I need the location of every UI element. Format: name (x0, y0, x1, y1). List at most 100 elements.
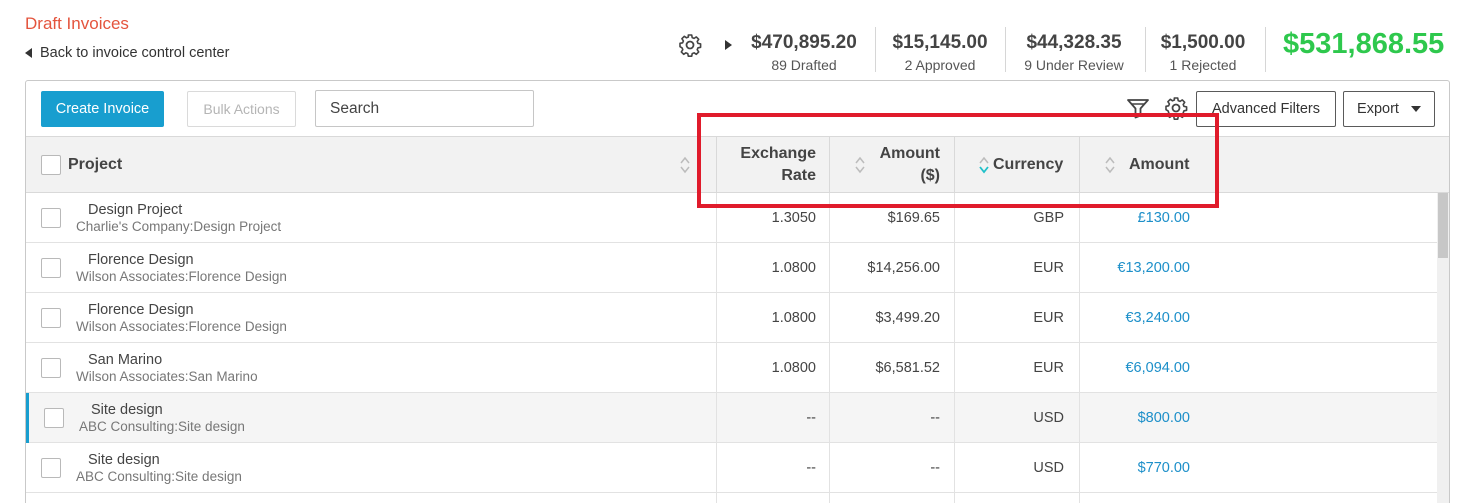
divider (1079, 193, 1080, 243)
row-checkbox[interactable] (44, 408, 64, 428)
amount-usd-header[interactable]: Amount ($) (866, 137, 940, 192)
row-checkbox[interactable] (41, 308, 61, 328)
header-label: ($) (920, 166, 940, 184)
exchange-rate-cell: -- (806, 410, 816, 426)
row-checkbox[interactable] (41, 358, 61, 378)
project-name[interactable]: Site design (88, 452, 160, 468)
stat-approved[interactable]: $15,145.00 2 Approved (884, 30, 996, 73)
divider (1145, 27, 1146, 72)
stat-rejected[interactable]: $1,500.00 1 Rejected (1152, 30, 1254, 73)
scrollbar-thumb[interactable] (1438, 193, 1448, 258)
project-name[interactable]: Florence Design (88, 252, 194, 268)
divider (716, 343, 717, 393)
divider (829, 193, 830, 243)
row-checkbox[interactable] (41, 458, 61, 478)
table-row[interactable] (26, 493, 1437, 503)
amount-cell[interactable]: $770.00 (1138, 460, 1190, 476)
amount-cell[interactable]: €6,094.00 (1125, 360, 1190, 376)
create-invoice-button[interactable]: Create Invoice (41, 91, 164, 127)
total-amount: $531,868.55 (1283, 28, 1445, 60)
currency-cell: GBP (1033, 210, 1064, 226)
sort-icon[interactable] (680, 156, 690, 174)
select-all-checkbox[interactable] (41, 154, 61, 175)
stat-drafted[interactable]: $470,895.20 89 Drafted (745, 30, 863, 73)
divider (1079, 343, 1080, 393)
project-name[interactable]: San Marino (88, 352, 162, 368)
exchange-rate-cell: -- (806, 460, 816, 476)
divider (954, 293, 955, 343)
project-header[interactable]: Project (41, 137, 122, 192)
divider (716, 137, 717, 192)
table-scrollbar[interactable] (1437, 193, 1449, 503)
exchange-rate-cell: 1.3050 (771, 210, 816, 226)
project-name[interactable]: Florence Design (88, 302, 194, 318)
table-row[interactable]: San Marino Wilson Associates:San Marino … (26, 343, 1437, 393)
amount-cell[interactable]: €13,200.00 (1117, 260, 1190, 276)
stat-under-review[interactable]: $44,328.35 9 Under Review (1014, 30, 1134, 73)
amount-cell[interactable]: €3,240.00 (1125, 310, 1190, 326)
table-row[interactable]: Florence Design Wilson Associates:Floren… (26, 243, 1437, 293)
chevron-down-icon (1410, 106, 1421, 112)
table-settings-gear-icon[interactable] (1164, 96, 1188, 120)
table-row[interactable]: Site design ABC Consulting:Site design -… (26, 443, 1437, 493)
gear-icon[interactable] (678, 33, 702, 57)
export-button[interactable]: Export (1343, 91, 1435, 127)
sort-icon[interactable] (979, 156, 989, 174)
amount-usd-cell: $169.65 (887, 210, 940, 226)
divider (1079, 443, 1080, 493)
amount-usd-cell: $14,256.00 (867, 260, 940, 276)
project-client: Charlie's Company:Design Project (76, 219, 282, 234)
header-label: Project (68, 155, 123, 173)
divider (954, 493, 955, 503)
chevron-left-icon (25, 48, 32, 58)
stat-label: 1 Rejected (1169, 57, 1237, 73)
stat-amount: $1,500.00 (1160, 32, 1246, 53)
project-client: ABC Consulting:Site design (79, 419, 245, 434)
chevron-right-icon[interactable] (725, 40, 732, 50)
header-label: Exchange (740, 144, 816, 162)
project-client: Wilson Associates:Florence Design (76, 269, 287, 284)
currency-header[interactable]: Currency (993, 137, 1063, 192)
table-row[interactable]: Site design ABC Consulting:Site design -… (26, 393, 1437, 443)
advanced-filters-button[interactable]: Advanced Filters (1196, 91, 1336, 127)
project-name[interactable]: Design Project (88, 202, 182, 218)
stat-amount: $44,328.35 (1026, 32, 1122, 53)
amount-usd-cell: -- (930, 460, 940, 476)
row-checkbox[interactable] (41, 208, 61, 228)
amount-usd-cell: -- (930, 410, 940, 426)
row-checkbox[interactable] (41, 258, 61, 278)
back-link[interactable]: Back to invoice control center (25, 45, 229, 61)
divider (1079, 293, 1080, 343)
currency-cell: EUR (1033, 260, 1064, 276)
exchange-rate-cell: 1.0800 (771, 310, 816, 326)
amount-header[interactable]: Amount (1129, 137, 1189, 192)
divider (829, 493, 830, 503)
amount-usd-cell: $3,499.20 (875, 310, 940, 326)
divider (716, 493, 717, 503)
divider (1265, 27, 1266, 72)
project-client: ABC Consulting:Site design (76, 469, 242, 484)
divider (1079, 137, 1080, 192)
divider (829, 243, 830, 293)
divider (954, 393, 955, 443)
bulk-actions-button: Bulk Actions (187, 91, 296, 127)
amount-cell[interactable]: $800.00 (1138, 410, 1190, 426)
divider (716, 443, 717, 493)
table-row[interactable]: Design Project Charlie's Company:Design … (26, 193, 1437, 243)
project-name[interactable]: Site design (91, 402, 163, 418)
sort-icon[interactable] (855, 156, 865, 174)
filter-icon[interactable] (1126, 97, 1150, 119)
table-header: Project Exchange Rate Amount ($) Currency … (26, 136, 1449, 193)
divider (954, 443, 955, 493)
stat-amount: $15,145.00 (892, 32, 988, 53)
amount-cell[interactable]: £130.00 (1138, 210, 1190, 226)
divider (829, 293, 830, 343)
search-input[interactable] (315, 90, 534, 127)
exchange-rate-header[interactable]: Exchange Rate (726, 137, 816, 192)
divider (875, 27, 876, 72)
divider (1079, 393, 1080, 443)
divider (829, 343, 830, 393)
sort-icon[interactable] (1105, 156, 1115, 174)
table-row[interactable]: Florence Design Wilson Associates:Floren… (26, 293, 1437, 343)
row-selected-indicator (26, 393, 29, 443)
